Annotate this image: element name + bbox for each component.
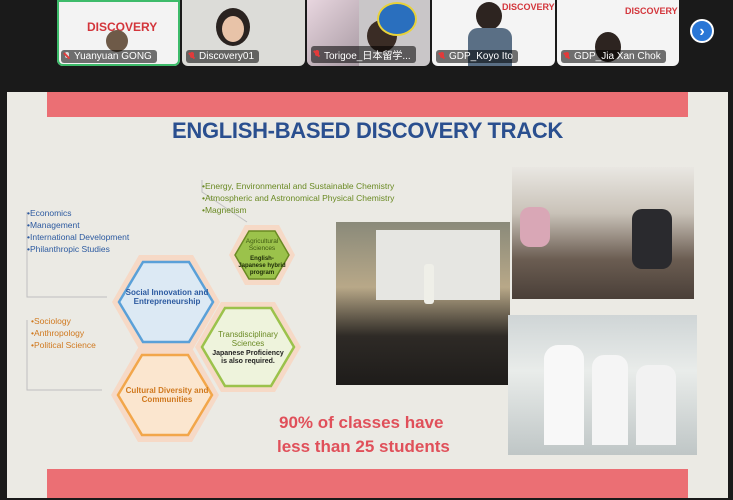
hex-trans-sub: Japanese Proficiency is also required. [212,350,284,365]
participant-tile[interactable]: DISCOVERY GDP_Koyo Ito [432,0,555,66]
mic-muted-icon [564,52,571,61]
participant-face [222,16,244,42]
globe-logo [377,2,417,36]
discovery-logo: DISCOVERY [502,2,555,12]
stat-text: of classes have [313,413,444,432]
field-item: •Anthropology [31,328,85,338]
hex-cultural-label: Cultural Diversity and Communities [125,386,209,404]
mic-muted-icon [439,52,446,61]
participant-tile[interactable]: Discovery01 [182,0,305,66]
discovery-logo: DISCOVERY [625,6,678,16]
field-item: •Management [27,220,80,230]
field-item: •Sociology [31,316,71,326]
participant-name: Torigoe_日本留学... [311,46,416,63]
stat-line-2: less than 25 students [277,437,450,456]
participant-name: Discovery01 [186,50,260,63]
field-item: •Philanthropic Studies [27,244,110,254]
participant-tile[interactable]: DISCOVERY GDP_Jia Xan Chok [557,0,679,66]
stat-percent: 90% [279,413,314,432]
next-page-button[interactable]: › [690,19,714,43]
hex-agri-title: Agricultural Sciences [245,238,279,252]
participant-name: Yuanyuan GONG [61,50,157,63]
stat-line-1: 90% of classes have [279,413,443,433]
shared-slide: ENGLISH-BASED DISCOVERY TRACK •Economics… [7,92,728,498]
field-item: •International Development [27,232,130,242]
photo-students-desks [512,167,694,299]
hex-social-label: Social Innovation and Entrepreneurship [125,288,209,306]
mic-icon [64,52,71,61]
participant-avatar [106,30,128,52]
mic-muted-icon [314,50,321,59]
participant-avatar [476,2,502,30]
participant-strip: DISCOVERY Yuanyuan GONG Discovery01 Tori… [0,0,733,68]
participant-name: GDP_Jia Xan Chok [561,50,666,63]
field-item: •Magnetism [202,205,247,215]
mic-muted-icon [189,52,196,61]
photo-chemistry-lab [508,315,697,455]
field-item: •Economics [27,208,72,218]
slide-bottom-band [47,469,688,498]
participant-tile[interactable]: Torigoe_日本留学... [307,0,430,66]
field-item: •Energy, Environmental and Sustainable C… [202,181,395,191]
participant-tile[interactable]: DISCOVERY Yuanyuan GONG [57,0,180,66]
field-item: •Political Science [31,340,96,350]
participant-name: GDP_Koyo Ito [436,50,518,63]
field-item: •Atmospheric and Astronomical Physical C… [202,193,395,203]
hex-agri-sub: English-Japanese hybrid program [238,256,286,276]
photo-classroom-lecture [336,222,510,385]
hex-trans-title: Transdisciplinary Sciences [218,330,278,348]
